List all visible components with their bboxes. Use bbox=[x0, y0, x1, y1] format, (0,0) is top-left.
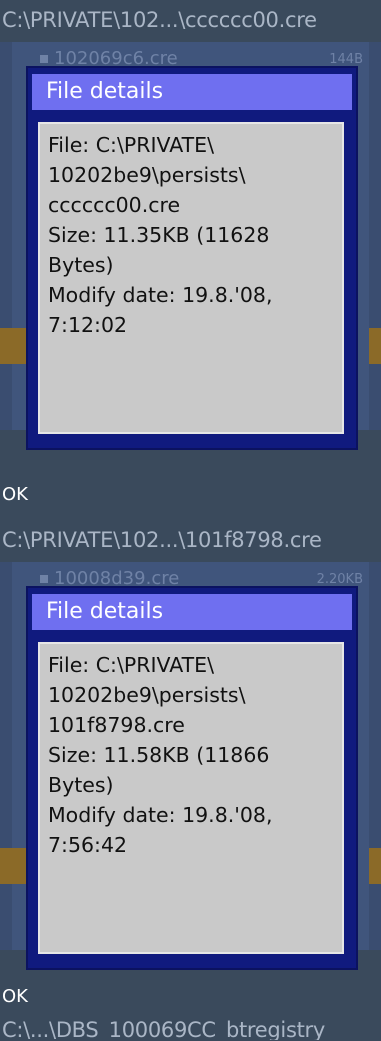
ok-softkey[interactable]: OK bbox=[0, 986, 28, 1007]
list-item[interactable]: 102069c6.cre bbox=[40, 48, 178, 69]
list-item[interactable]: 10008d39.cre bbox=[40, 568, 179, 589]
list-edge-left bbox=[0, 562, 12, 950]
detail-line: File: C:\PRIVATE\ bbox=[48, 133, 215, 157]
file-details-dialog: File details File: C:\PRIVATE\ 10202be9\… bbox=[28, 588, 356, 968]
file-icon bbox=[40, 575, 48, 583]
dialog-title: File details bbox=[32, 74, 352, 110]
highlight-left bbox=[0, 848, 28, 884]
detail-line: File: C:\PRIVATE\ bbox=[48, 653, 215, 677]
footer-path-bar: C:\...\DBS_100069CC_btregistry bbox=[2, 1018, 326, 1040]
detail-line: 101f8798.cre bbox=[48, 713, 185, 737]
highlight-right bbox=[369, 848, 381, 884]
detail-line: Modify date: 19.8.'08, bbox=[48, 803, 273, 827]
highlight-left bbox=[0, 328, 28, 364]
screen-1: C:\PRIVATE\102...\cccccc00.cre 102069c6.… bbox=[0, 0, 381, 520]
screen-2: C:\PRIVATE\102...\101f8798.cre 10008d39.… bbox=[0, 520, 381, 1040]
list-edge-right bbox=[369, 42, 381, 430]
dialog-body: File: C:\PRIVATE\ 10202be9\persists\ 101… bbox=[38, 642, 344, 954]
dialog-title: File details bbox=[32, 594, 352, 630]
path-bar: C:\PRIVATE\102...\cccccc00.cre bbox=[2, 8, 317, 32]
highlight-right bbox=[369, 328, 381, 364]
detail-line: 7:56:42 bbox=[48, 833, 128, 857]
path-bar: C:\PRIVATE\102...\101f8798.cre bbox=[2, 528, 322, 552]
dialog-body: File: C:\PRIVATE\ 10202be9\persists\ ccc… bbox=[38, 122, 344, 434]
list-item-label: 102069c6.cre bbox=[54, 48, 178, 69]
detail-line: 7:12:02 bbox=[48, 313, 128, 337]
file-details-dialog: File details File: C:\PRIVATE\ 10202be9\… bbox=[28, 68, 356, 448]
list-edge-right bbox=[369, 562, 381, 950]
detail-line: Size: 11.58KB (11866 bbox=[48, 743, 270, 767]
file-icon bbox=[40, 55, 48, 63]
detail-line: Modify date: 19.8.'08, bbox=[48, 283, 273, 307]
list-item-size: 2.20KB bbox=[316, 572, 363, 587]
detail-line: Bytes) bbox=[48, 253, 114, 277]
detail-line: cccccc00.cre bbox=[48, 193, 181, 217]
list-item-size: 144B bbox=[329, 52, 363, 67]
list-edge-left bbox=[0, 42, 12, 430]
detail-line: Size: 11.35KB (11628 bbox=[48, 223, 270, 247]
list-item-label: 10008d39.cre bbox=[54, 568, 180, 589]
ok-softkey[interactable]: OK bbox=[0, 484, 28, 505]
detail-line: Bytes) bbox=[48, 773, 114, 797]
detail-line: 10202be9\persists\ bbox=[48, 683, 246, 707]
detail-line: 10202be9\persists\ bbox=[48, 163, 246, 187]
